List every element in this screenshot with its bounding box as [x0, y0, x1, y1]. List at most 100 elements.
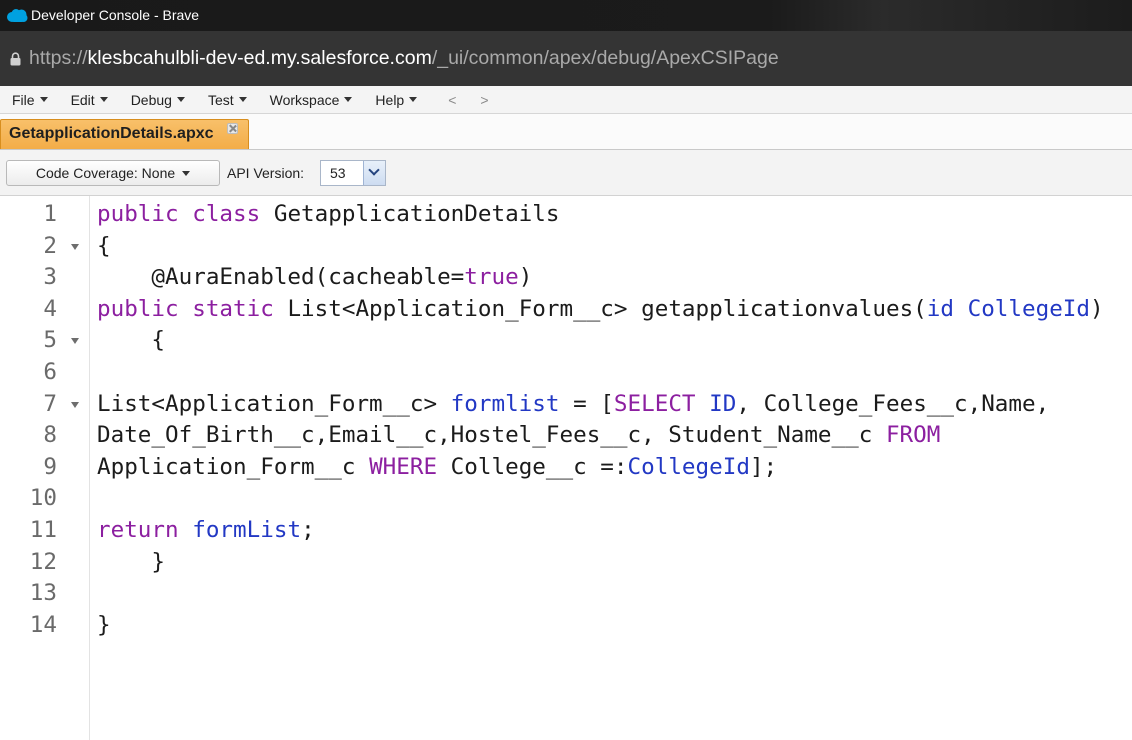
code-line[interactable]: 5 { [0, 325, 1132, 357]
code-line[interactable]: 11 return formList; [0, 515, 1132, 547]
line-number: 14 [29, 611, 57, 638]
url-path: /_ui/common/apex/debug/ApexCSIPage [431, 47, 779, 69]
menu-edit[interactable]: Edit [71, 92, 108, 108]
code-token: formlist [450, 390, 560, 417]
chevron-down-icon [182, 170, 191, 176]
code-token: { [97, 232, 111, 259]
fold-arrow-icon[interactable] [71, 338, 79, 345]
code-token: { [97, 327, 166, 354]
url-text[interactable]: https://klesbcahulbli-dev-ed.my.salesfor… [29, 31, 779, 86]
salesforce-cloud-icon [7, 9, 28, 22]
code-line[interactable]: 10 [0, 483, 1132, 515]
fold-arrow-icon[interactable] [71, 401, 79, 408]
code-token: WHERE [369, 453, 438, 480]
chevron-down-icon [99, 97, 108, 102]
close-icon[interactable] [226, 123, 238, 134]
code-coverage-label: Code Coverage: None [35, 165, 176, 181]
menu-file[interactable]: File [12, 92, 48, 108]
code-token: } [97, 611, 111, 638]
url-host: klesbcahulbli-dev-ed.my.salesforce.com [87, 47, 432, 69]
code-token: College__c =: [437, 453, 628, 480]
url-scheme: https:// [29, 47, 88, 69]
line-number: 11 [29, 516, 57, 543]
line-number: 3 [43, 264, 57, 291]
line-number: 12 [29, 548, 57, 575]
nav-forward-button[interactable]: > [480, 92, 488, 108]
code-coverage-dropdown[interactable]: Code Coverage: None [6, 160, 220, 186]
nav-back-button[interactable]: < [448, 92, 456, 108]
code-line[interactable]: 9 Application_Form__c WHERE College__c =:… [0, 452, 1132, 484]
code-text[interactable]: List<Application_Form__c> formlist = [SE… [97, 389, 1049, 421]
code-token: Application_Form__c [97, 453, 370, 480]
menu-label: Edit [70, 91, 95, 108]
code-line[interactable]: 14} [0, 610, 1132, 642]
chevron-down-icon[interactable] [363, 161, 385, 185]
code-line[interactable]: 12 } [0, 547, 1132, 579]
address-bar[interactable]: https://klesbcahulbli-dev-ed.my.salesfor… [0, 31, 1132, 86]
code-text[interactable]: } [97, 610, 111, 642]
code-text[interactable]: Application_Form__c WHERE College__c =:C… [97, 452, 777, 484]
code-text[interactable]: @AuraEnabled(cacheable=true) [97, 262, 532, 294]
chevron-down-icon [344, 97, 353, 102]
menu-help[interactable]: Help [375, 91, 418, 108]
code-token: , College_Fees__c,Name, [736, 390, 1050, 417]
window-title: Developer Console - Brave [31, 7, 200, 23]
fold-arrow-icon[interactable] [71, 243, 79, 250]
api-version-label: API Version: [227, 165, 305, 181]
code-line[interactable]: 2{ [0, 231, 1132, 263]
editor-toolbar: Code Coverage: None API Version: 53 [0, 150, 1132, 196]
menu-label: Help [375, 91, 405, 108]
code-text[interactable]: { [97, 231, 111, 263]
tab-getapplicationdetails[interactable]: GetapplicationDetails.apxc [0, 119, 249, 149]
tab-strip: GetapplicationDetails.apxc [0, 114, 1132, 150]
code-text[interactable]: return formList; [97, 515, 315, 547]
menu-bar: File Edit Debug Test Workspace Help < > [0, 86, 1132, 114]
line-number: 13 [29, 580, 57, 607]
code-token: formList [178, 516, 302, 543]
code-text[interactable]: { [97, 325, 165, 357]
code-text[interactable]: public static List<Application_Form__c> … [97, 294, 1104, 326]
code-token: Date_Of_Birth__c,Email__c,Hostel_Fees__c… [97, 422, 886, 449]
code-editor[interactable]: 1 public class GetapplicationDetails 2{3 @… [0, 196, 1132, 740]
line-number: 4 [43, 295, 57, 322]
code-token: ) [1090, 295, 1104, 322]
code-token: ) [518, 264, 533, 291]
line-number: 6 [43, 358, 57, 385]
code-token: GetapplicationDetails [260, 201, 560, 227]
code-line[interactable]: 3 @AuraEnabled(cacheable=true) [0, 262, 1132, 294]
chevron-down-icon [409, 97, 418, 102]
code-line[interactable]: 13 [0, 578, 1132, 610]
code-line[interactable]: 6 [0, 357, 1132, 389]
line-number: 8 [43, 422, 57, 449]
code-token: public class [97, 201, 261, 227]
code-line[interactable]: 4 public static List<Application_Form__c>… [0, 294, 1132, 326]
code-text[interactable]: } [97, 547, 165, 579]
code-token: } [97, 548, 166, 575]
code-text[interactable]: public class GetapplicationDetails [97, 199, 560, 231]
menu-label: File [12, 91, 35, 108]
code-token: ]; [749, 453, 778, 480]
menu-debug[interactable]: Debug [131, 92, 185, 108]
menu-label: Workspace [269, 91, 340, 108]
code-line[interactable]: 8 Date_Of_Birth__c,Email__c,Hostel_Fees__… [0, 420, 1132, 452]
menu-workspace[interactable]: Workspace [270, 92, 353, 108]
line-number: 7 [43, 390, 57, 417]
menu-test[interactable]: Test [208, 92, 247, 108]
code-line[interactable]: 7 List<Application_Form__c> formlist = [S… [0, 389, 1132, 421]
api-version-select[interactable]: 53 [320, 160, 386, 186]
code-token: SELECT [613, 390, 696, 417]
code-token: public static [97, 295, 274, 322]
code-line[interactable]: 1 public class GetapplicationDetails [0, 199, 1132, 231]
lock-icon[interactable] [10, 52, 21, 66]
code-token: true [464, 264, 519, 291]
code-token: CollegeId [627, 453, 750, 480]
code-text[interactable]: Date_Of_Birth__c,Email__c,Hostel_Fees__c… [97, 420, 940, 452]
code-token: List<Application_Form__c> getapplication… [273, 295, 927, 322]
code-token: @AuraEnabled(cacheable= [97, 264, 465, 291]
code-token: id CollegeId [926, 295, 1091, 322]
line-number: 2 [43, 232, 57, 259]
code-token: ID [695, 390, 737, 417]
line-number: 1 [43, 201, 57, 227]
line-number: 10 [29, 485, 57, 512]
api-version-value: 53 [330, 165, 346, 181]
